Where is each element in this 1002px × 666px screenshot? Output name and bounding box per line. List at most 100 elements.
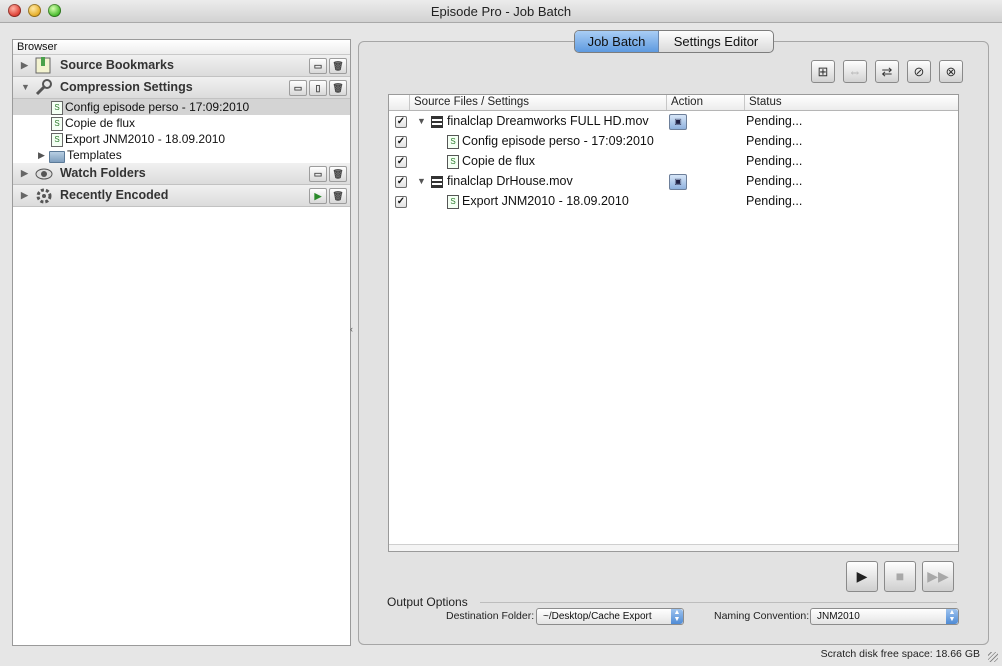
tree-item-templates[interactable]: ▶ Templates	[13, 147, 350, 163]
row-name: Config episode perso - 17:09:2010	[462, 134, 654, 148]
section-label: Recently Encoded	[60, 188, 169, 202]
resize-grip-icon[interactable]	[988, 652, 998, 662]
gear-icon	[36, 188, 52, 204]
popup-arrows-icon: ▲ ▼	[671, 609, 683, 624]
trash-icon[interactable]: 🗑	[329, 80, 347, 96]
settings-file-icon: S	[447, 155, 459, 169]
table-row[interactable]: ✓ ▼ finalclap Dreamworks FULL HD.mov ▣ P…	[389, 111, 958, 131]
trash-icon[interactable]: 🗑	[329, 166, 347, 182]
section-source-bookmarks[interactable]: ▶ Source Bookmarks ▭ 🗑	[13, 55, 350, 77]
job-table: Source Files / Settings Action Status ✓ …	[388, 94, 959, 552]
tree-item-label: Templates	[67, 148, 122, 162]
link-icon[interactable]: ⇔	[843, 60, 867, 83]
popup-arrows-icon: ▲ ▼	[946, 609, 958, 624]
action-icon[interactable]: ▣	[669, 114, 687, 130]
settings-file-icon: S	[51, 133, 63, 147]
remove-icon[interactable]: ⊗	[939, 60, 963, 83]
wrench-icon	[35, 79, 52, 96]
folder-icon[interactable]: ▭	[309, 58, 327, 74]
view-switcher: Job Batch Settings Editor	[574, 30, 774, 53]
row-status: Pending...	[746, 134, 803, 148]
movie-icon	[431, 176, 443, 188]
pane-splitter[interactable]: ‹	[349, 39, 357, 644]
disclosure-open-icon[interactable]: ▼	[417, 171, 426, 191]
column-source[interactable]: Source Files / Settings	[409, 95, 664, 110]
column-action[interactable]: Action	[666, 95, 743, 110]
folder-icon[interactable]: ▭	[309, 166, 327, 182]
browser-header: Browser	[13, 40, 350, 55]
tab-job-batch[interactable]: Job Batch	[575, 31, 659, 52]
row-status: Pending...	[746, 174, 803, 188]
destination-popup[interactable]: ~/Desktop/Cache Export ▲ ▼	[536, 608, 684, 625]
trash-icon[interactable]: 🗑	[329, 58, 347, 74]
row-checkbox[interactable]: ✓	[395, 196, 407, 208]
section-label: Compression Settings	[60, 80, 193, 94]
section-watch-folders[interactable]: ▶ Watch Folders ▭ 🗑	[13, 163, 350, 185]
row-status: Pending...	[746, 154, 803, 168]
horizontal-scrollbar[interactable]	[389, 544, 958, 551]
play-icon[interactable]: ▶	[309, 188, 327, 204]
disclosure-closed-icon[interactable]: ▶	[38, 147, 45, 163]
disclosure-closed-icon[interactable]: ▶	[21, 163, 28, 184]
skip-icon[interactable]: ▶▶	[922, 561, 954, 592]
section-recently-encoded[interactable]: ▶ Recently Encoded ▶ 🗑	[13, 185, 350, 207]
naming-popup[interactable]: JNM2010 ▲ ▼	[810, 608, 959, 625]
collapse-icon[interactable]: ‹	[350, 324, 353, 334]
tree-item[interactable]: S Config episode perso - 17:09:2010	[13, 99, 350, 115]
trash-icon[interactable]: 🗑	[329, 188, 347, 204]
column-status[interactable]: Status	[744, 95, 949, 110]
play-icon[interactable]: ▶	[846, 561, 878, 592]
bookmarks-icon	[35, 57, 51, 74]
tab-settings-editor[interactable]: Settings Editor	[659, 31, 773, 52]
browser-pane: Browser ▶ Source Bookmarks ▭ 🗑 ▼ Compres…	[12, 39, 351, 646]
naming-value: JNM2010	[817, 611, 860, 622]
new-document-icon[interactable]: ▯	[309, 80, 327, 96]
tree-item[interactable]: S Export JNM2010 - 18.09.2010	[13, 131, 350, 147]
disclosure-closed-icon[interactable]: ▶	[21, 55, 28, 76]
action-icon[interactable]: ▣	[669, 174, 687, 190]
row-checkbox[interactable]: ✓	[395, 156, 407, 168]
section-label: Source Bookmarks	[60, 58, 174, 72]
add-file-icon[interactable]: ⊞	[811, 60, 835, 83]
table-row[interactable]: ✓ S Copie de flux Pending...	[389, 151, 958, 171]
disclosure-open-icon[interactable]: ▼	[417, 111, 426, 131]
settings-file-icon: S	[51, 117, 63, 131]
tree-item-label: Export JNM2010 - 18.09.2010	[65, 132, 226, 146]
title-bar: Episode Pro - Job Batch	[0, 0, 1002, 23]
row-checkbox[interactable]: ✓	[395, 176, 407, 188]
tree-item[interactable]: S Copie de flux	[13, 115, 350, 131]
refresh-icon[interactable]: ⇄	[875, 60, 899, 83]
playback-controls: ▶ ■ ▶▶	[846, 561, 954, 592]
settings-file-icon: S	[51, 101, 63, 115]
row-checkbox[interactable]: ✓	[395, 116, 407, 128]
table-header: Source Files / Settings Action Status	[389, 95, 958, 111]
section-compression-settings[interactable]: ▼ Compression Settings ▭ ▯ 🗑	[13, 77, 350, 99]
eye-icon	[35, 168, 53, 180]
table-row[interactable]: ✓ S Export JNM2010 - 18.09.2010 Pending.…	[389, 191, 958, 211]
folder-icon[interactable]: ▭	[289, 80, 307, 96]
row-status: Pending...	[746, 114, 803, 128]
section-label: Watch Folders	[60, 166, 146, 180]
table-row[interactable]: ✓ S Config episode perso - 17:09:2010 Pe…	[389, 131, 958, 151]
stop-icon[interactable]: ⊘	[907, 60, 931, 83]
destination-label: Destination Folder:	[446, 610, 535, 622]
destination-value: ~/Desktop/Cache Export	[543, 611, 652, 622]
row-name: Export JNM2010 - 18.09.2010	[462, 194, 629, 208]
disclosure-closed-icon[interactable]: ▶	[21, 185, 28, 206]
scratch-disk-status: Scratch disk free space: 18.66 GB	[820, 648, 980, 660]
table-row[interactable]: ✓ ▼ finalclap DrHouse.mov ▣ Pending...	[389, 171, 958, 191]
tree-item-label: Config episode perso - 17:09:2010	[65, 100, 250, 114]
stop-icon[interactable]: ■	[884, 561, 916, 592]
row-checkbox[interactable]: ✓	[395, 136, 407, 148]
batch-toolbar: ⊞ ⇔ ⇄ ⊘ ⊗	[811, 60, 963, 83]
row-name: Copie de flux	[462, 154, 535, 168]
row-name: finalclap DrHouse.mov	[447, 174, 573, 188]
row-status: Pending...	[746, 194, 803, 208]
output-options-title: Output Options	[387, 595, 468, 609]
settings-file-icon: S	[447, 135, 459, 149]
settings-file-icon: S	[447, 195, 459, 209]
naming-label: Naming Convention:	[714, 610, 810, 622]
tree-item-label: Copie de flux	[65, 116, 136, 130]
window-title: Episode Pro - Job Batch	[430, 4, 572, 19]
disclosure-open-icon[interactable]: ▼	[21, 77, 30, 98]
